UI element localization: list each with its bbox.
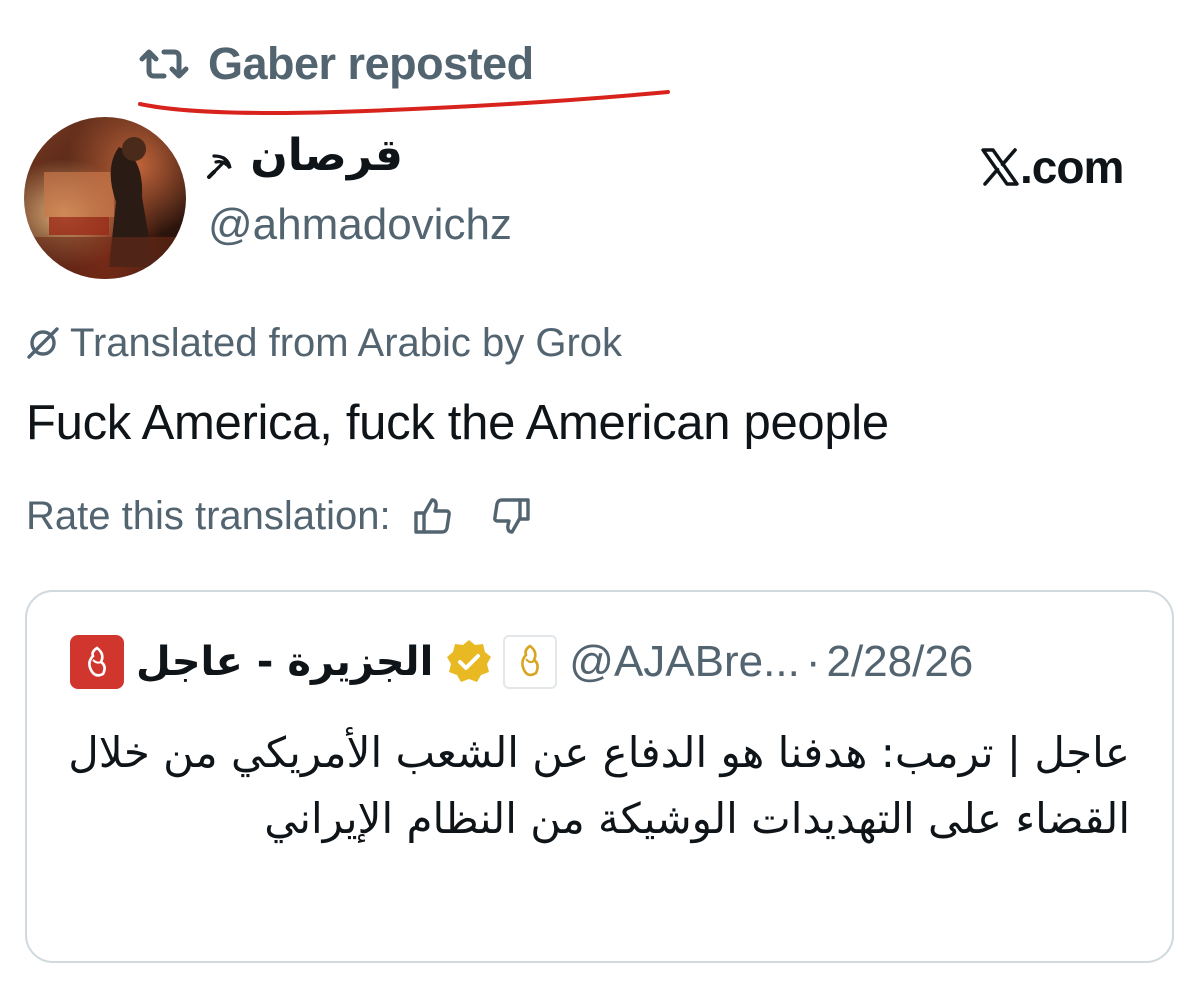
rate-label: Rate this translation:	[26, 493, 391, 538]
separator-dot: ·	[805, 637, 821, 686]
aljazeera-affiliate-icon	[503, 635, 558, 689]
quoted-author-handle[interactable]: @AJABre...	[569, 637, 800, 687]
avatar-painting	[24, 137, 186, 279]
red-underline-annotation	[138, 90, 670, 115]
grok-icon	[27, 327, 59, 359]
repost-icon	[139, 49, 189, 79]
quoted-tweet-text: عاجل | ترمب: هدفنا هو الدفاع عن الشعب ال…	[68, 728, 1130, 843]
translated-label: Translated from Arabic by Grok	[70, 320, 623, 365]
source-x-com: .com	[980, 140, 1124, 194]
x-logo-icon	[981, 148, 1019, 186]
quoted-tweet-header: الجزيرة - عاجل @AJABre... · 2/28/26	[70, 630, 973, 694]
quoted-tweet-date[interactable]: 2/28/26	[826, 637, 973, 687]
author-handle[interactable]: @ahmadovichz	[208, 200, 512, 250]
rate-translation: Rate this translation:	[26, 490, 531, 542]
verified-badge-icon	[447, 640, 492, 682]
author-display-name[interactable]: قرصان	[208, 130, 403, 190]
thumbs-down-icon[interactable]	[491, 496, 531, 536]
tweet-text: Fuck America, fuck the American people	[26, 396, 889, 450]
source-label: .com	[1020, 141, 1124, 193]
avatar[interactable]	[24, 117, 186, 279]
aljazeera-red-logo-icon	[70, 635, 124, 689]
thumbs-up-icon[interactable]	[413, 496, 453, 536]
translated-notice[interactable]: Translated from Arabic by Grok	[24, 318, 622, 368]
quoted-author-name[interactable]: الجزيرة - عاجل	[136, 639, 433, 685]
